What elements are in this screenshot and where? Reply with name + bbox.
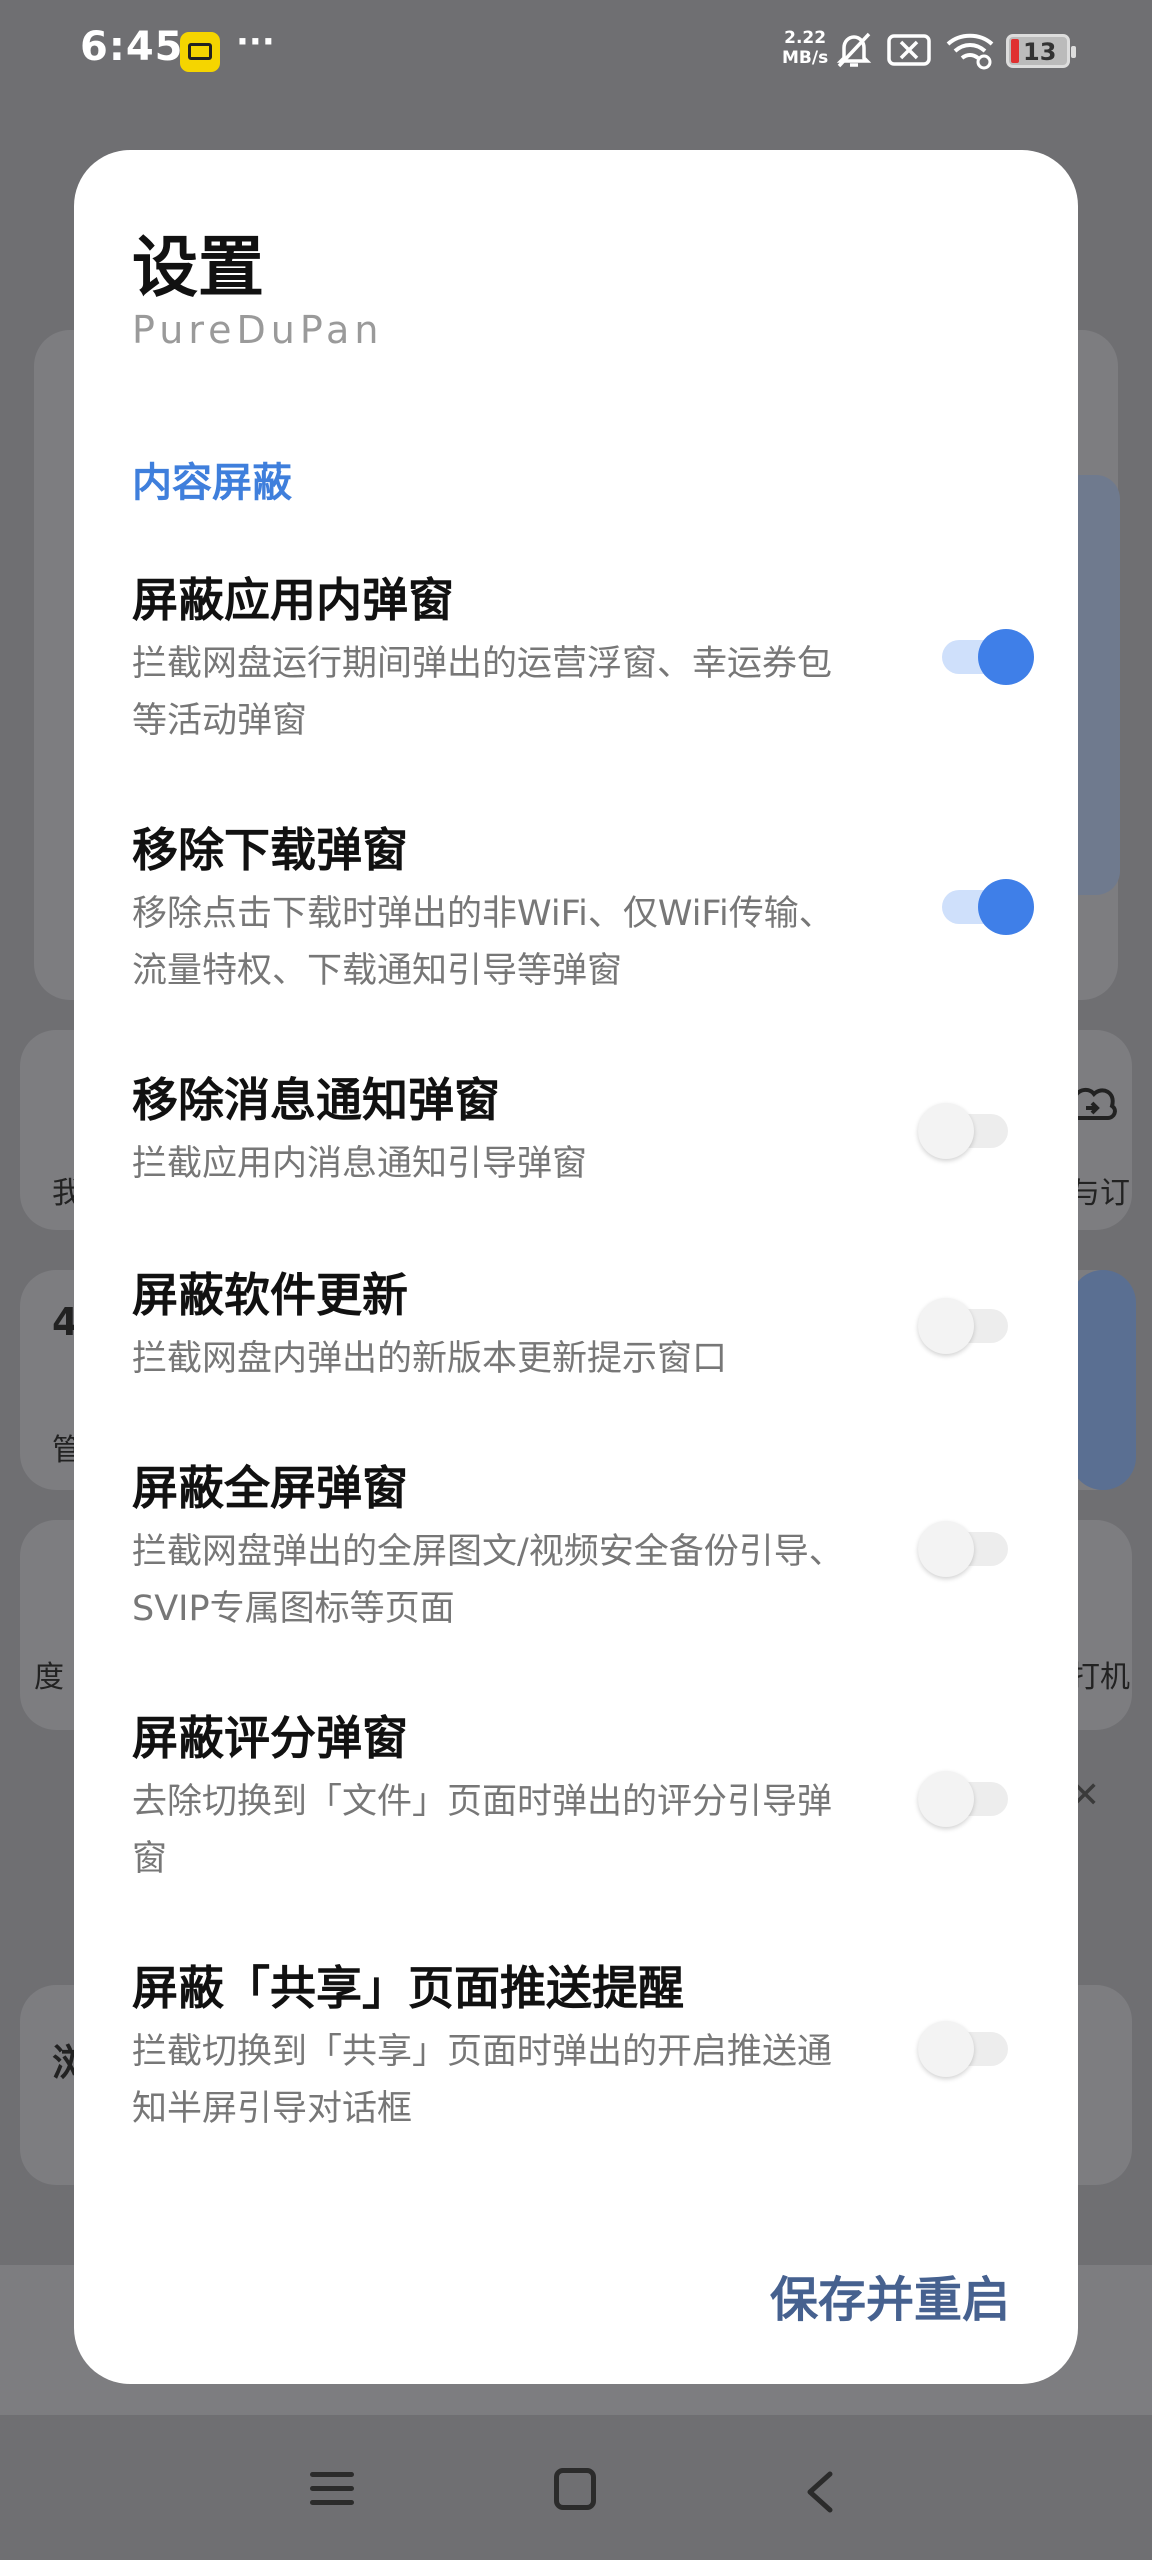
bg-text-right-2: 打机 xyxy=(1070,1660,1130,1695)
dialog-subtitle: PureDuPan xyxy=(132,308,384,352)
setting-title: 屏蔽软件更新 xyxy=(132,1268,408,1322)
toggle-switch[interactable] xyxy=(942,879,1034,935)
home-icon[interactable] xyxy=(554,2468,596,2510)
setting-desc: 移除点击下载时弹出的非WiFi、仅WiFi传输、流量特权、下载通知引导等弹窗 xyxy=(132,894,834,991)
setting-block-share-push-reminder[interactable]: 屏蔽「共享」页面推送提醒 拦截切换到「共享」页面时弹出的开启推送通知半屏引导对话… xyxy=(132,1958,1032,2138)
battery-icon: 13 xyxy=(1006,34,1076,68)
setting-title: 屏蔽「共享」页面推送提醒 xyxy=(132,1961,684,2015)
dialog-title: 设置 xyxy=(132,229,264,306)
setting-desc: 拦截应用内消息通知引导弹窗 xyxy=(132,1144,588,1184)
setting-block-rating-popups[interactable]: 屏蔽评分弹窗 去除切换到「文件」页面时弹出的评分引导弹窗 xyxy=(132,1708,1032,1888)
net-speed: 2.22 MB/s xyxy=(782,28,828,68)
setting-title: 移除下载弹窗 xyxy=(132,823,408,877)
save-and-restart-button[interactable]: 保存并重启 xyxy=(770,2260,1010,2330)
setting-block-software-update[interactable]: 屏蔽软件更新 拦截网盘内弹出的新版本更新提示窗口 xyxy=(132,1265,1032,1388)
setting-remove-notification-popups[interactable]: 移除消息通知弹窗 拦截应用内消息通知引导弹窗 xyxy=(132,1070,1032,1193)
toggle-switch[interactable] xyxy=(942,629,1034,685)
setting-block-in-app-popups[interactable]: 屏蔽应用内弹窗 拦截网盘运行期间弹出的运营浮窗、幸运券包等活动弹窗 xyxy=(132,570,1034,750)
setting-desc: 拦截网盘运行期间弹出的运营浮窗、幸运券包等活动弹窗 xyxy=(132,644,833,741)
battery-percent: 13 xyxy=(1023,38,1057,66)
toggle-switch[interactable] xyxy=(918,1771,1008,1827)
more-notifications-icon: ··· xyxy=(236,22,275,62)
toggle-switch[interactable] xyxy=(918,1521,1008,1577)
setting-desc: 拦截网盘内弹出的新版本更新提示窗口 xyxy=(132,1339,728,1379)
setting-title: 屏蔽全屏弹窗 xyxy=(132,1461,408,1515)
net-speed-value: 2.22 xyxy=(784,28,827,48)
setting-desc: 拦截切换到「共享」页面时弹出的开启推送通知半屏引导对话框 xyxy=(132,2032,833,2129)
bg-text-right-1: 与订 xyxy=(1070,1176,1130,1211)
wifi-icon xyxy=(944,30,996,74)
toggle-switch[interactable] xyxy=(918,2021,1008,2077)
battery-level xyxy=(1011,39,1019,63)
setting-title: 移除消息通知弹窗 xyxy=(132,1073,500,1127)
toggle-switch[interactable] xyxy=(918,1103,1008,1159)
setting-block-fullscreen-popups[interactable]: 屏蔽全屏弹窗 拦截网盘弹出的全屏图文/视频安全备份引导、SVIP专属图标等页面 xyxy=(132,1458,1032,1638)
bg-promo-card xyxy=(1070,1270,1136,1490)
setting-desc: 去除切换到「文件」页面时弹出的评分引导弹窗 xyxy=(132,1782,833,1879)
status-bar: 6:45 ··· 2.22 MB/s 13 xyxy=(0,0,1152,100)
toggle-switch[interactable] xyxy=(918,1298,1008,1354)
net-speed-unit: MB/s xyxy=(782,48,829,68)
settings-dialog: 设置 PureDuPan 内容屏蔽 屏蔽应用内弹窗 拦截网盘运行期间弹出的运营浮… xyxy=(74,150,1078,2384)
setting-remove-download-popups[interactable]: 移除下载弹窗 移除点击下载时弹出的非WiFi、仅WiFi传输、流量特权、下载通知… xyxy=(132,820,1034,1000)
setting-title: 屏蔽评分弹窗 xyxy=(132,1711,408,1765)
menu-icon[interactable] xyxy=(310,2472,354,2506)
status-time: 6:45 xyxy=(80,24,184,70)
mute-icon xyxy=(834,30,874,74)
setting-title: 屏蔽应用内弹窗 xyxy=(132,573,454,627)
setting-desc: 拦截网盘弹出的全屏图文/视频安全备份引导、SVIP专属图标等页面 xyxy=(132,1532,844,1629)
no-sim-icon xyxy=(886,30,932,74)
back-icon[interactable] xyxy=(800,2470,840,2518)
app-notification-icon xyxy=(180,32,220,72)
system-nav-bar xyxy=(0,2420,1152,2560)
section-content-blocking: 内容屏蔽 xyxy=(132,460,292,506)
bg-text-left-4: 度 xyxy=(34,1660,64,1695)
